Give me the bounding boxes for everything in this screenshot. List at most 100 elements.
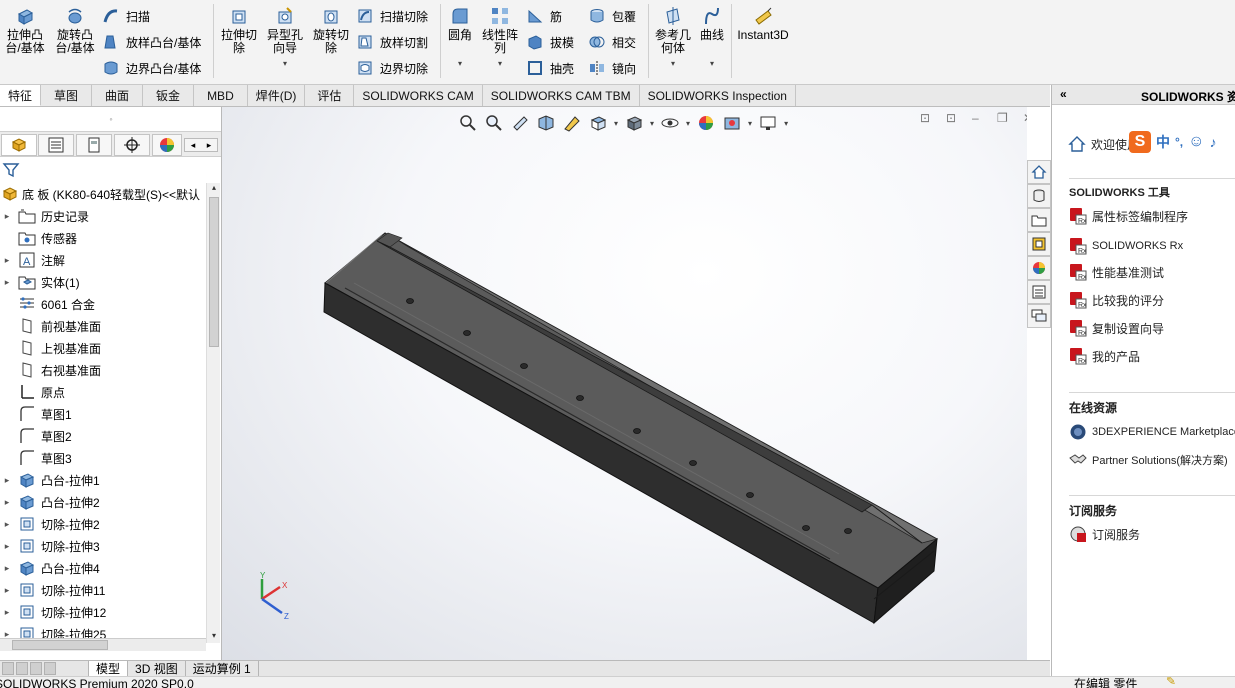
tab-surfaces[interactable]: 曲面: [92, 85, 144, 106]
tab-scroll-arrows[interactable]: ◂ ▸: [184, 138, 218, 152]
shell-button[interactable]: 抽壳: [526, 58, 574, 78]
collapse-task-pane-icon[interactable]: «: [1060, 87, 1067, 101]
expand-arrow-icon[interactable]: ▸: [0, 255, 14, 266]
expand-arrow-icon[interactable]: ▸: [0, 475, 14, 486]
instant3d-button[interactable]: Instant3D: [734, 6, 792, 42]
draft-button[interactable]: 拔模: [526, 32, 574, 52]
linear-pattern-button[interactable]: 线性阵 列 ▾: [478, 6, 522, 70]
scroll-up-arrow-icon[interactable]: ▴: [207, 183, 221, 195]
tab-solidworks-cam[interactable]: SOLIDWORKS CAM: [354, 85, 483, 106]
tab-evaluate[interactable]: 评估: [305, 85, 355, 106]
ime-emoji-icon[interactable]: ☺: [1188, 133, 1204, 151]
ime-punctuation-icon[interactable]: °,: [1175, 135, 1183, 149]
expand-arrow-icon[interactable]: ▸: [0, 607, 14, 618]
tree-item[interactable]: ▸ 历史记录: [0, 205, 206, 227]
tree-item[interactable]: ▸ 实体(1): [0, 271, 206, 293]
tab-sheet-metal[interactable]: 钣金: [143, 85, 195, 106]
curves-dropdown-icon[interactable]: ▾: [696, 57, 728, 70]
tree-item[interactable]: 上视基准面: [0, 337, 206, 359]
tree-item[interactable]: 传感器: [0, 227, 206, 249]
expand-arrow-icon[interactable]: ▸: [0, 497, 14, 508]
partner-solutions-link[interactable]: Partner Solutions(解决方案): [1069, 449, 1228, 471]
tab-3d-views[interactable]: 3D 视图: [128, 660, 186, 677]
tab-weldments[interactable]: 焊件(D): [248, 85, 306, 106]
mirror-button[interactable]: 镜向: [588, 58, 636, 78]
tab-display-manager[interactable]: [152, 134, 182, 156]
tree-item[interactable]: ▸ A 注解: [0, 249, 206, 271]
tree-item[interactable]: ▸ 切除-拉伸11: [0, 579, 206, 601]
loft-boss-button[interactable]: 放样凸台/基体: [102, 32, 201, 52]
tab-first-icon[interactable]: [2, 662, 14, 675]
tab-prev-icon[interactable]: [16, 662, 28, 675]
tab-feature-tree[interactable]: [1, 134, 37, 156]
hole-wizard-dropdown-icon[interactable]: ▾: [262, 57, 308, 70]
expand-arrow-icon[interactable]: ▸: [0, 277, 14, 288]
filter-button[interactable]: [2, 161, 22, 181]
reference-geometry-dropdown-icon[interactable]: ▾: [652, 57, 694, 70]
tab-last-icon[interactable]: [44, 662, 56, 675]
tab-motion-study[interactable]: 运动算例 1: [186, 660, 259, 677]
panel-splitter-handle[interactable]: ◦: [0, 110, 221, 128]
task-pane-appearances-tab[interactable]: [1027, 256, 1051, 280]
wrap-button[interactable]: 包覆: [588, 6, 636, 26]
tool-link[interactable]: Rx 比较我的评分: [1069, 289, 1164, 311]
curves-button[interactable]: 曲线 ▾: [696, 6, 728, 70]
subscription-services-link[interactable]: 订阅服务: [1069, 523, 1140, 545]
rib-button[interactable]: 筋: [526, 6, 562, 26]
rebuild-icon[interactable]: ✎: [1166, 677, 1176, 688]
tab-model[interactable]: 模型: [88, 660, 129, 677]
hscroll-thumb[interactable]: [12, 640, 108, 650]
tree-item[interactable]: ▸ 切除-拉伸3: [0, 535, 206, 557]
extrude-cut-button[interactable]: 拉伸切 除: [218, 6, 260, 55]
tool-link[interactable]: Rx 复制设置向导: [1069, 317, 1164, 339]
tree-item[interactable]: 6061 合金: [0, 293, 206, 315]
tree-item[interactable]: ▸ 凸台-拉伸4: [0, 557, 206, 579]
tool-link[interactable]: Rx 性能基准测试: [1069, 261, 1164, 283]
tree-item[interactable]: ▸ 凸台-拉伸2: [0, 491, 206, 513]
tree-item[interactable]: 草图1: [0, 403, 206, 425]
tab-mbd[interactable]: MBD: [194, 85, 248, 106]
task-pane-forum-tab[interactable]: [1027, 304, 1051, 328]
extrude-boss-button[interactable]: 拉伸凸 台/基体: [2, 6, 48, 55]
feature-tree-hscrollbar[interactable]: [0, 638, 206, 651]
expand-arrow-icon[interactable]: ▸: [0, 541, 14, 552]
task-pane-home-tab[interactable]: [1027, 160, 1051, 184]
tree-item[interactable]: ▸ 切除-拉伸12: [0, 601, 206, 623]
tree-root-part[interactable]: 底 板 (KK80-640轻载型(S)<<默认: [0, 183, 206, 205]
task-pane-explorer-tab[interactable]: [1027, 208, 1051, 232]
tree-item[interactable]: 草图2: [0, 425, 206, 447]
revolve-boss-button[interactable]: 旋转凸 台/基体: [52, 6, 98, 55]
lofted-cut-button[interactable]: 放样切割: [356, 32, 428, 52]
tree-item[interactable]: ▸ 切除-拉伸2: [0, 513, 206, 535]
scrollbar-thumb[interactable]: [209, 197, 219, 347]
fillet-dropdown-icon[interactable]: ▾: [444, 57, 476, 70]
ime-voice-icon[interactable]: ♪: [1209, 134, 1216, 150]
expand-arrow-icon[interactable]: ▸: [0, 211, 14, 222]
intersect-button[interactable]: 相交: [588, 32, 636, 52]
task-pane-custom-properties-tab[interactable]: [1027, 280, 1051, 304]
expand-arrow-icon[interactable]: ▸: [0, 519, 14, 530]
task-pane-view-palette-tab[interactable]: [1027, 232, 1051, 256]
linear-pattern-dropdown-icon[interactable]: ▾: [478, 57, 522, 70]
tree-item[interactable]: 草图3: [0, 447, 206, 469]
expand-arrow-icon[interactable]: ▸: [0, 563, 14, 574]
scroll-down-arrow-icon[interactable]: ▾: [207, 631, 221, 643]
tab-solidworks-inspection[interactable]: SOLIDWORKS Inspection: [640, 85, 796, 106]
graphics-area[interactable]: ▾ ▾ ▾ ▾ ▾ ⊡ ⊡ – ❐ ✕: [222, 107, 1027, 660]
ime-language-toggle[interactable]: 中: [1156, 132, 1170, 152]
expand-arrow-icon[interactable]: ▸: [0, 585, 14, 596]
tab-next-icon[interactable]: [30, 662, 42, 675]
feature-tree-scrollbar[interactable]: ▴ ▾: [206, 183, 220, 643]
tab-dimxpert-manager[interactable]: [114, 134, 150, 156]
swept-cut-button[interactable]: 扫描切除: [356, 6, 428, 26]
tree-item[interactable]: 前视基准面: [0, 315, 206, 337]
tab-property-manager[interactable]: [38, 134, 74, 156]
tree-item[interactable]: 原点: [0, 381, 206, 403]
tool-link[interactable]: Rx 我的产品: [1069, 345, 1140, 367]
tab-sketch[interactable]: 草图: [41, 85, 93, 106]
tree-item[interactable]: 右视基准面: [0, 359, 206, 381]
reference-geometry-button[interactable]: 参考几 何体 ▾: [652, 6, 694, 70]
tool-link[interactable]: Rx 属性标签编制程序: [1069, 205, 1188, 227]
tree-item[interactable]: ▸ 凸台-拉伸1: [0, 469, 206, 491]
hole-wizard-button[interactable]: 异型孔 向导 ▾: [262, 6, 308, 70]
